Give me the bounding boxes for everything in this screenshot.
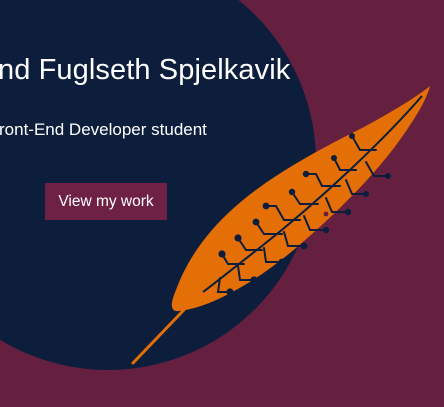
circuit-leaf-icon [131, 86, 431, 365]
hero-section: nd Fuglseth Spjelkavik ront-End Develope… [0, 0, 444, 407]
